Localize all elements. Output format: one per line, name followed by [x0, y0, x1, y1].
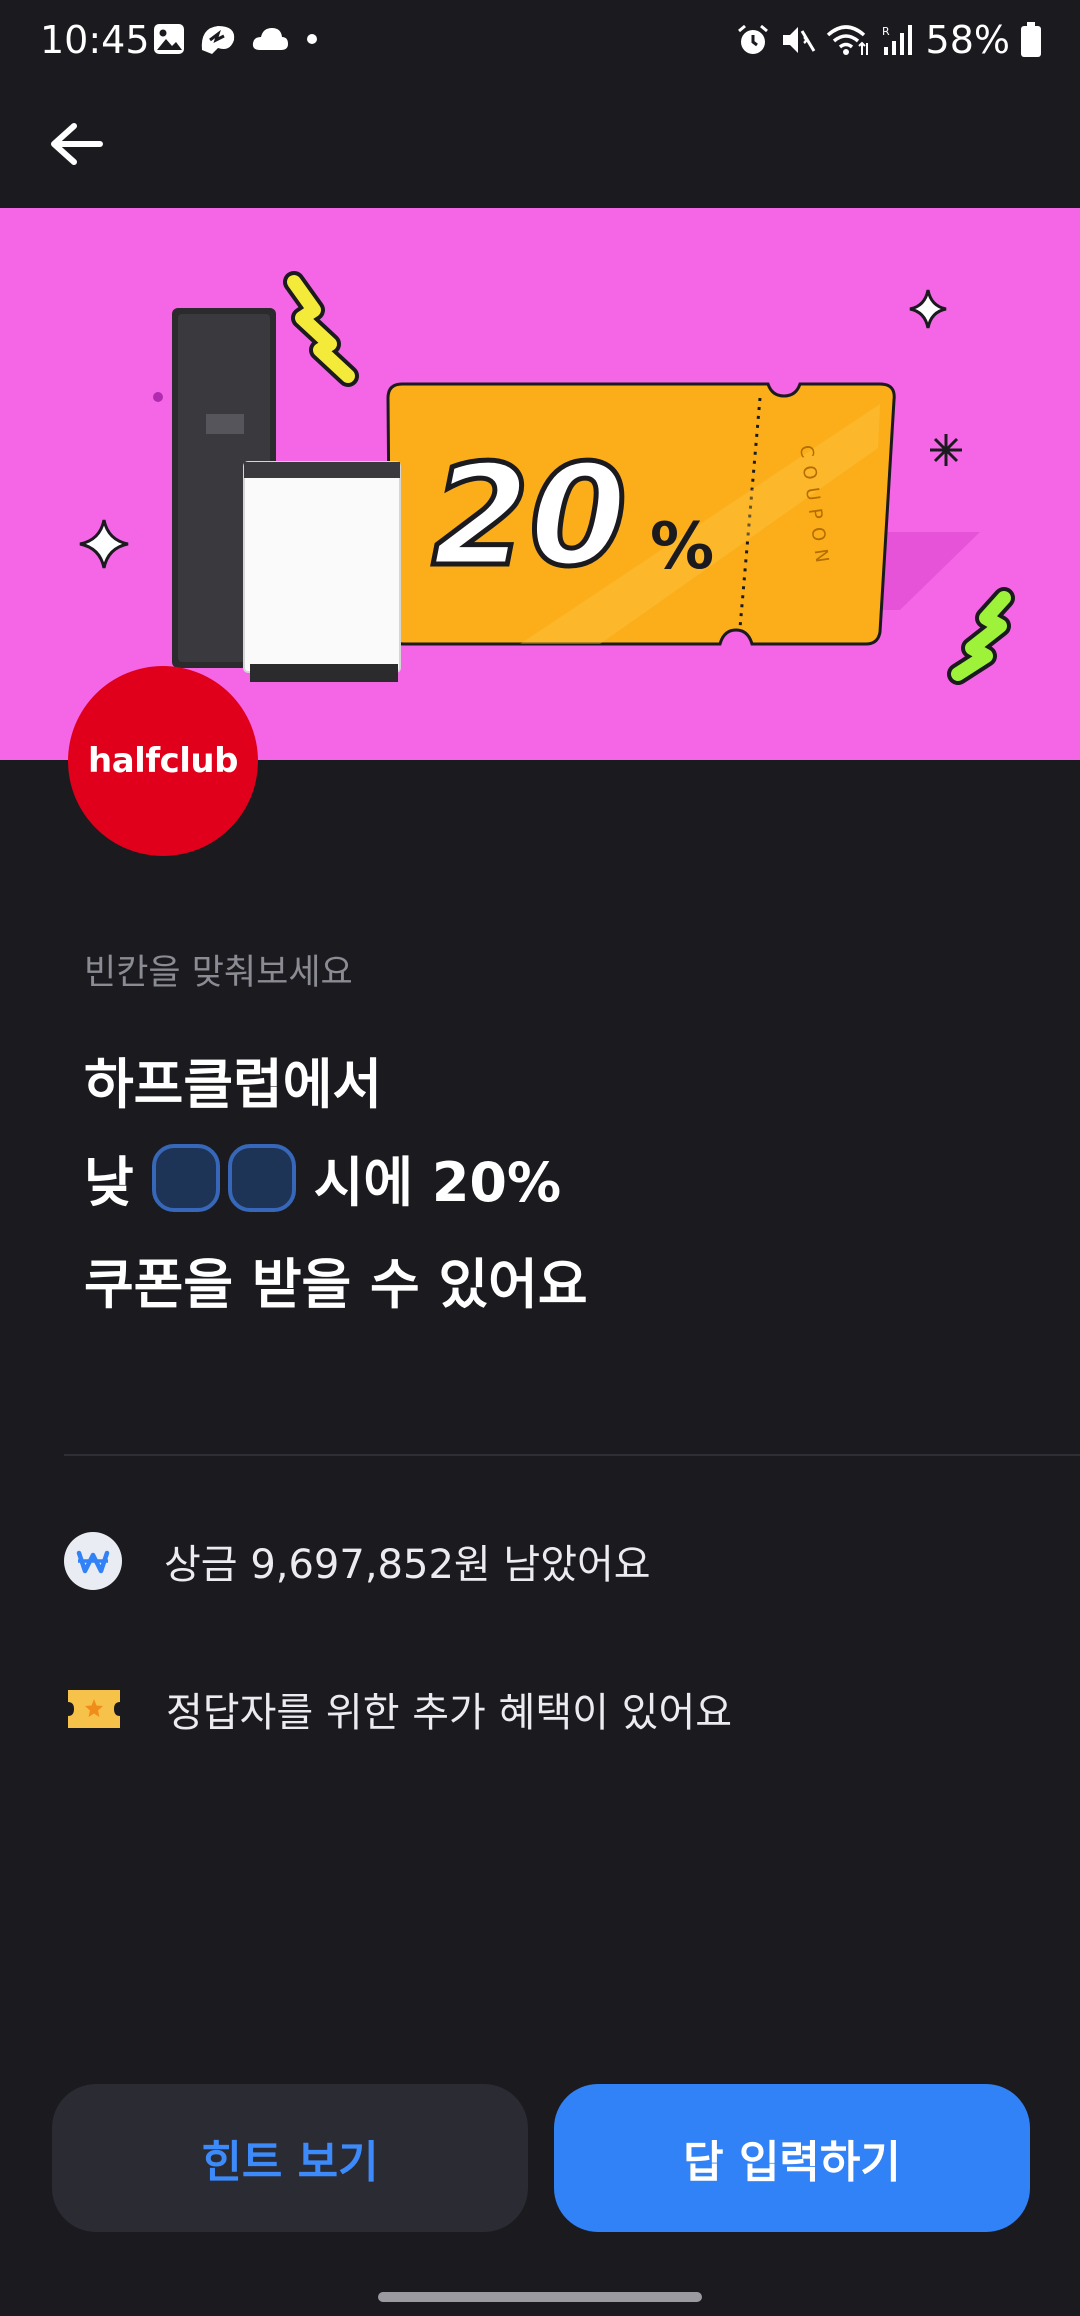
won-coin-icon [64, 1532, 122, 1590]
alarm-icon [737, 24, 768, 54]
enter-answer-button[interactable]: 답 입력하기 [554, 2084, 1030, 2232]
back-button[interactable] [36, 104, 116, 184]
gallery-icon [154, 24, 184, 54]
quiz-line-3: 쿠폰을 받을 수 있어요 [84, 1240, 588, 1319]
top-app-bar [0, 80, 1080, 208]
battery-icon [1021, 22, 1041, 57]
coupon-unit: % [650, 510, 714, 584]
quiz-blank-1 [151, 1143, 220, 1212]
svg-text:R: R [882, 25, 890, 38]
quiz-line-3-text: 쿠폰을 받을 수 있어요 [84, 1253, 588, 1316]
quiz-blank-2 [227, 1143, 296, 1212]
dot-icon [307, 34, 317, 44]
status-bar: 10:45 R 58% [0, 0, 1080, 80]
home-indicator[interactable] [378, 2292, 702, 2302]
status-system-icons: R 58% [736, 18, 1042, 62]
sparkle-icon [79, 519, 129, 569]
status-time: 10:45 [40, 18, 150, 62]
wifi-icon [826, 25, 868, 55]
status-notification-icons [152, 22, 322, 56]
quiz-line-2-suffix: 시에 20% [313, 1151, 562, 1214]
quiz-line-1-text: 하프클럽에서 [84, 1053, 383, 1116]
cloud-icon [252, 28, 288, 50]
signal-icon: R [882, 25, 912, 55]
arrow-left-icon [51, 123, 103, 165]
prize-remaining-text: 상금 9,697,852원 남았어요 [164, 1542, 651, 1588]
prize-info-row: 상금 9,697,852원 남았어요 [64, 1532, 651, 1590]
bonus-info-row: 정답자를 위한 추가 혜택이 있어요 [64, 1680, 732, 1738]
section-divider [64, 1454, 1080, 1456]
quiz-line-2: 낮 시에 20% [84, 1138, 561, 1217]
dishwasher-appliance [243, 461, 401, 682]
hint-button[interactable]: 힌트 보기 [52, 2084, 528, 2232]
thread-icon [201, 26, 235, 54]
brand-logo: halfclub [68, 666, 258, 856]
brand-logo-text: halfclub [88, 741, 238, 781]
battery-percent: 58% [925, 18, 1010, 62]
mute-icon [782, 27, 815, 53]
quiz-line-1: 하프클럽에서 [84, 1040, 382, 1119]
ticket-icon [68, 1690, 120, 1728]
quiz-instruction: 빈칸을 맞춰보세요 [84, 953, 353, 993]
coupon-value: 20 [432, 435, 627, 598]
sparkle-icon [909, 289, 947, 329]
asterisk-icon [930, 434, 962, 466]
bonus-benefit-text: 정답자를 위한 추가 혜택이 있어요 [166, 1690, 733, 1736]
quiz-line-2-prefix: 낮 [84, 1151, 134, 1214]
